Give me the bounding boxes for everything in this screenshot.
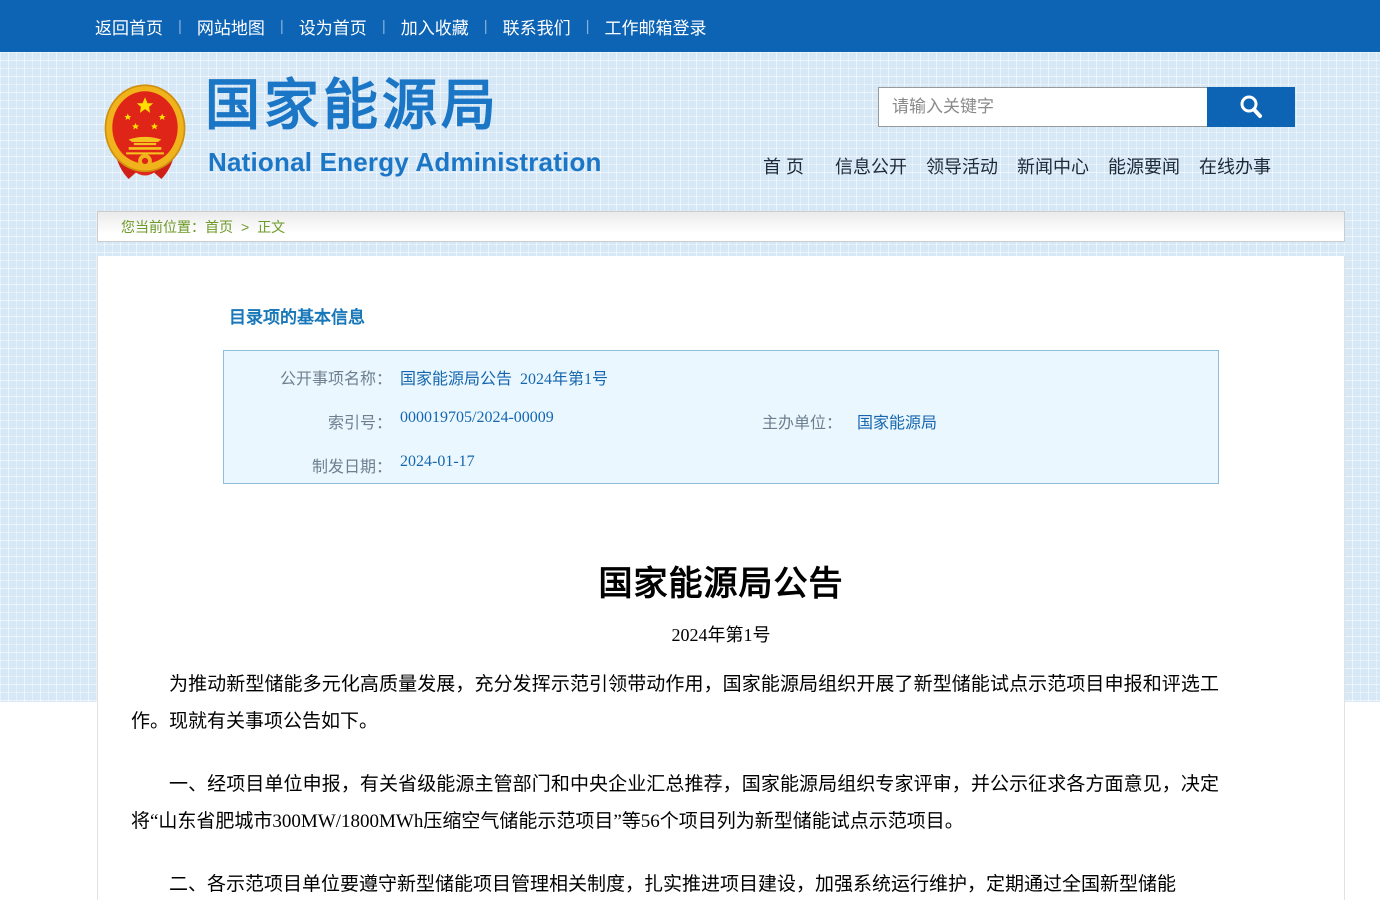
topbar-link-contact[interactable]: 联系我们 [503, 14, 571, 39]
breadcrumb-label: 您当前位置： [121, 217, 205, 237]
search-icon [1237, 93, 1265, 121]
catalog-name-value: 国家能源局公告 2024年第1号 [400, 365, 608, 389]
topbar-separator: | [382, 18, 386, 35]
catalog-org-label: 主办单位： [694, 409, 842, 433]
article-paragraph: 二、各示范项目单位要遵守新型储能项目管理相关制度，扎实推进项目建设，加强系统运行… [131, 866, 1219, 900]
catalog-index-label: 索引号： [224, 409, 392, 433]
catalog-index-value: 000019705/2024-00009 [400, 409, 554, 427]
search-input[interactable] [878, 87, 1207, 127]
nav-energy-news[interactable]: 能源要闻 [1108, 153, 1180, 179]
breadcrumb-home-link[interactable]: 首页 [205, 217, 233, 237]
topbar-link-home[interactable]: 返回首页 [95, 14, 163, 39]
topbar-separator: | [178, 18, 182, 35]
article-issue-number: 2024年第1号 [98, 621, 1344, 647]
catalog-org-value: 国家能源局 [857, 409, 937, 433]
search-box [878, 87, 1295, 127]
article-body: 为推动新型储能多元化高质量发展，充分发挥示范引领带动作用，国家能源局组织开展了新… [131, 666, 1219, 900]
site-header: 国家能源局 National Energy Administration 首 页… [0, 52, 1380, 197]
topbar-link-set-homepage[interactable]: 设为首页 [299, 14, 367, 39]
article-paragraph: 为推动新型储能多元化高质量发展，充分发挥示范引领带动作用，国家能源局组织开展了新… [131, 666, 1219, 740]
article-paragraph: 一、经项目单位申报，有关省级能源主管部门和中央企业汇总推荐，国家能源局组织专家评… [131, 766, 1219, 840]
nav-online-service[interactable]: 在线办事 [1199, 153, 1271, 179]
content-panel: 目录项的基本信息 公开事项名称： 国家能源局公告 2024年第1号 索引号： 0… [97, 256, 1345, 900]
topbar-separator: | [484, 18, 488, 35]
article-title: 国家能源局公告 [98, 556, 1344, 605]
catalog-section-title: 目录项的基本信息 [229, 303, 365, 328]
topbar-link-mail-login[interactable]: 工作邮箱登录 [605, 14, 707, 39]
nav-news-center[interactable]: 新闻中心 [1017, 153, 1089, 179]
nav-home[interactable]: 首 页 [763, 153, 804, 179]
page: 返回首页 | 网站地图 | 设为首页 | 加入收藏 | 联系我们 | 工作邮箱登… [0, 0, 1380, 900]
breadcrumb-separator: > [241, 219, 249, 235]
main-nav: 首 页 信息公开 领导活动 新闻中心 能源要闻 在线办事 [763, 153, 1271, 179]
breadcrumb: 您当前位置： 首页 > 正文 [97, 211, 1345, 242]
site-title-en: National Energy Administration [208, 148, 602, 177]
topbar-separator: | [586, 18, 590, 35]
national-emblem-logo [102, 82, 188, 190]
topbar-link-sitemap[interactable]: 网站地图 [197, 14, 265, 39]
search-button[interactable] [1207, 87, 1295, 127]
catalog-info-table: 公开事项名称： 国家能源局公告 2024年第1号 索引号： 000019705/… [223, 350, 1219, 484]
topbar: 返回首页 | 网站地图 | 设为首页 | 加入收藏 | 联系我们 | 工作邮箱登… [0, 0, 1380, 52]
catalog-name-label: 公开事项名称： [224, 365, 392, 389]
nav-info-disclosure[interactable]: 信息公开 [835, 153, 907, 179]
catalog-date-value: 2024-01-17 [400, 453, 475, 471]
topbar-link-favorites[interactable]: 加入收藏 [401, 14, 469, 39]
nav-leadership[interactable]: 领导活动 [926, 153, 998, 179]
topbar-separator: | [280, 18, 284, 35]
site-title-cn: 国家能源局 [205, 78, 500, 133]
breadcrumb-current: 正文 [257, 217, 285, 237]
catalog-date-label: 制发日期： [224, 453, 392, 477]
